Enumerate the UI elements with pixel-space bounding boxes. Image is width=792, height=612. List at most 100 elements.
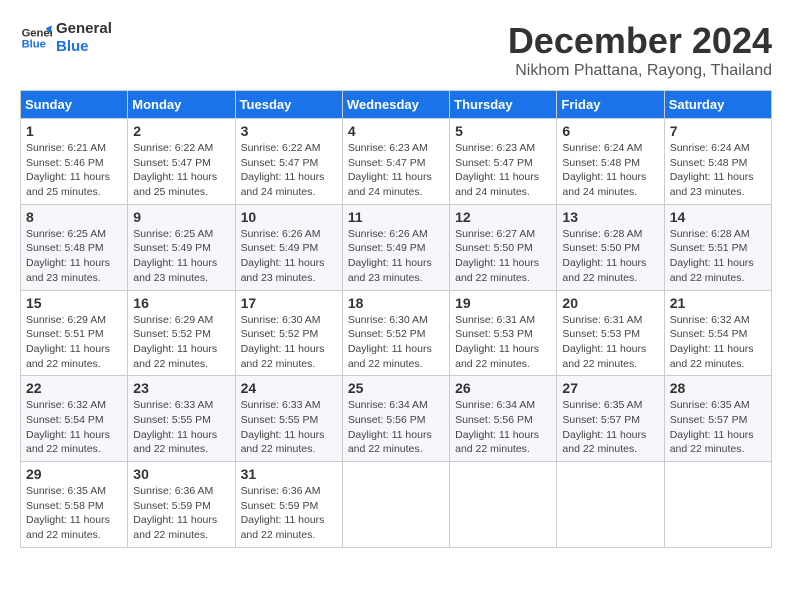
day-number-28: 28 <box>670 380 766 396</box>
day-number-12: 12 <box>455 209 551 225</box>
day-info-23: Sunrise: 6:33 AMSunset: 5:55 PMDaylight:… <box>133 398 229 457</box>
calendar-day-21: 21 Sunrise: 6:32 AMSunset: 5:54 PMDayligh… <box>664 290 771 376</box>
calendar-day-10: 10 Sunrise: 6:26 AMSunset: 5:49 PMDayligh… <box>235 204 342 290</box>
day-number-6: 6 <box>562 123 658 139</box>
calendar-day-27: 27 Sunrise: 6:35 AMSunset: 5:57 PMDayligh… <box>557 376 664 462</box>
day-number-31: 31 <box>241 466 337 482</box>
day-number-16: 16 <box>133 295 229 311</box>
day-info-14: Sunrise: 6:28 AMSunset: 5:51 PMDaylight:… <box>670 227 766 286</box>
day-info-29: Sunrise: 6:35 AMSunset: 5:58 PMDaylight:… <box>26 484 122 543</box>
calendar-empty-cell <box>450 462 557 548</box>
calendar-day-18: 18 Sunrise: 6:30 AMSunset: 5:52 PMDayligh… <box>342 290 449 376</box>
calendar-day-5: 5 Sunrise: 6:23 AMSunset: 5:47 PMDaylight… <box>450 119 557 205</box>
calendar-day-31: 31 Sunrise: 6:36 AMSunset: 5:59 PMDayligh… <box>235 462 342 548</box>
day-number-29: 29 <box>26 466 122 482</box>
day-info-25: Sunrise: 6:34 AMSunset: 5:56 PMDaylight:… <box>348 398 444 457</box>
calendar-day-19: 19 Sunrise: 6:31 AMSunset: 5:53 PMDayligh… <box>450 290 557 376</box>
calendar-day-13: 13 Sunrise: 6:28 AMSunset: 5:50 PMDayligh… <box>557 204 664 290</box>
day-info-1: Sunrise: 6:21 AMSunset: 5:46 PMDaylight:… <box>26 141 122 200</box>
day-number-14: 14 <box>670 209 766 225</box>
calendar-day-11: 11 Sunrise: 6:26 AMSunset: 5:49 PMDayligh… <box>342 204 449 290</box>
calendar-day-14: 14 Sunrise: 6:28 AMSunset: 5:51 PMDayligh… <box>664 204 771 290</box>
day-number-5: 5 <box>455 123 551 139</box>
day-number-10: 10 <box>241 209 337 225</box>
day-info-2: Sunrise: 6:22 AMSunset: 5:47 PMDaylight:… <box>133 141 229 200</box>
calendar-subtitle: Nikhom Phattana, Rayong, Thailand <box>508 62 772 80</box>
logo-icon: General Blue <box>20 22 52 54</box>
calendar-day-15: 15Sunrise: 6:29 AMSunset: 5:51 PMDayligh… <box>21 290 128 376</box>
calendar-empty-cell <box>664 462 771 548</box>
day-number-3: 3 <box>241 123 337 139</box>
day-number-11: 11 <box>348 209 444 225</box>
day-info-30: Sunrise: 6:36 AMSunset: 5:59 PMDaylight:… <box>133 484 229 543</box>
calendar-day-7: 7Sunrise: 6:24 AMSunset: 5:48 PMDaylight… <box>664 119 771 205</box>
weekday-header-tuesday: Tuesday <box>235 91 342 119</box>
day-info-4: Sunrise: 6:23 AMSunset: 5:47 PMDaylight:… <box>348 141 444 200</box>
calendar-table: SundayMondayTuesdayWednesdayThursdayFrid… <box>20 90 772 548</box>
day-number-15: 15 <box>26 295 122 311</box>
day-info-22: Sunrise: 6:32 AMSunset: 5:54 PMDaylight:… <box>26 398 122 457</box>
day-info-19: Sunrise: 6:31 AMSunset: 5:53 PMDaylight:… <box>455 313 551 372</box>
calendar-day-16: 16Sunrise: 6:29 AMSunset: 5:52 PMDayligh… <box>128 290 235 376</box>
weekday-header-friday: Friday <box>557 91 664 119</box>
weekday-header-sunday: Sunday <box>21 91 128 119</box>
calendar-day-20: 20Sunrise: 6:31 AMSunset: 5:53 PMDayligh… <box>557 290 664 376</box>
day-number-22: 22 <box>26 380 122 396</box>
day-info-6: Sunrise: 6:24 AMSunset: 5:48 PMDaylight:… <box>562 141 658 200</box>
day-info-13: Sunrise: 6:28 AMSunset: 5:50 PMDaylight:… <box>562 227 658 286</box>
day-info-18: Sunrise: 6:30 AMSunset: 5:52 PMDaylight:… <box>348 313 444 372</box>
calendar-week-5: 29 Sunrise: 6:35 AMSunset: 5:58 PMDayligh… <box>21 462 772 548</box>
day-number-8: 8 <box>26 209 122 225</box>
day-info-26: Sunrise: 6:34 AMSunset: 5:56 PMDaylight:… <box>455 398 551 457</box>
day-number-2: 2 <box>133 123 229 139</box>
day-info-21: Sunrise: 6:32 AMSunset: 5:54 PMDaylight:… <box>670 313 766 372</box>
calendar-day-12: 12 Sunrise: 6:27 AMSunset: 5:50 PMDayligh… <box>450 204 557 290</box>
weekday-header-thursday: Thursday <box>450 91 557 119</box>
day-number-27: 27 <box>562 380 658 396</box>
calendar-day-24: 24 Sunrise: 6:33 AMSunset: 5:55 PMDayligh… <box>235 376 342 462</box>
calendar-week-4: 22 Sunrise: 6:32 AMSunset: 5:54 PMDayligh… <box>21 376 772 462</box>
day-number-30: 30 <box>133 466 229 482</box>
calendar-day-8: 8Sunrise: 6:25 AMSunset: 5:48 PMDaylight… <box>21 204 128 290</box>
day-info-10: Sunrise: 6:26 AMSunset: 5:49 PMDaylight:… <box>241 227 337 286</box>
day-info-17: Sunrise: 6:30 AMSunset: 5:52 PMDaylight:… <box>241 313 337 372</box>
day-number-23: 23 <box>133 380 229 396</box>
day-info-31: Sunrise: 6:36 AMSunset: 5:59 PMDaylight:… <box>241 484 337 543</box>
calendar-day-9: 9Sunrise: 6:25 AMSunset: 5:49 PMDaylight… <box>128 204 235 290</box>
day-number-13: 13 <box>562 209 658 225</box>
day-number-24: 24 <box>241 380 337 396</box>
day-info-28: Sunrise: 6:35 AMSunset: 5:57 PMDaylight:… <box>670 398 766 457</box>
calendar-day-25: 25 Sunrise: 6:34 AMSunset: 5:56 PMDayligh… <box>342 376 449 462</box>
calendar-day-4: 4 Sunrise: 6:23 AMSunset: 5:47 PMDaylight… <box>342 119 449 205</box>
calendar-week-1: 1 Sunrise: 6:21 AMSunset: 5:46 PMDaylight… <box>21 119 772 205</box>
logo: General Blue General Blue <box>20 20 112 56</box>
day-info-12: Sunrise: 6:27 AMSunset: 5:50 PMDaylight:… <box>455 227 551 286</box>
day-info-9: Sunrise: 6:25 AMSunset: 5:49 PMDaylight:… <box>133 227 229 286</box>
day-number-21: 21 <box>670 295 766 311</box>
weekday-header-monday: Monday <box>128 91 235 119</box>
day-info-20: Sunrise: 6:31 AMSunset: 5:53 PMDaylight:… <box>562 313 658 372</box>
weekday-header-wednesday: Wednesday <box>342 91 449 119</box>
title-area: December 2024 Nikhom Phattana, Rayong, T… <box>508 20 772 80</box>
day-number-17: 17 <box>241 295 337 311</box>
calendar-day-17: 17 Sunrise: 6:30 AMSunset: 5:52 PMDayligh… <box>235 290 342 376</box>
calendar-week-3: 15Sunrise: 6:29 AMSunset: 5:51 PMDayligh… <box>21 290 772 376</box>
day-number-4: 4 <box>348 123 444 139</box>
svg-text:Blue: Blue <box>22 39 46 51</box>
day-number-25: 25 <box>348 380 444 396</box>
day-number-1: 1 <box>26 123 122 139</box>
day-info-24: Sunrise: 6:33 AMSunset: 5:55 PMDaylight:… <box>241 398 337 457</box>
calendar-title: December 2024 <box>508 20 772 62</box>
day-number-19: 19 <box>455 295 551 311</box>
calendar-day-29: 29 Sunrise: 6:35 AMSunset: 5:58 PMDayligh… <box>21 462 128 548</box>
day-number-18: 18 <box>348 295 444 311</box>
calendar-week-2: 8Sunrise: 6:25 AMSunset: 5:48 PMDaylight… <box>21 204 772 290</box>
day-info-3: Sunrise: 6:22 AMSunset: 5:47 PMDaylight:… <box>241 141 337 200</box>
calendar-day-1: 1 Sunrise: 6:21 AMSunset: 5:46 PMDaylight… <box>21 119 128 205</box>
calendar-day-2: 2 Sunrise: 6:22 AMSunset: 5:47 PMDaylight… <box>128 119 235 205</box>
calendar-day-22: 22 Sunrise: 6:32 AMSunset: 5:54 PMDayligh… <box>21 376 128 462</box>
day-info-27: Sunrise: 6:35 AMSunset: 5:57 PMDaylight:… <box>562 398 658 457</box>
calendar-empty-cell <box>342 462 449 548</box>
day-info-5: Sunrise: 6:23 AMSunset: 5:47 PMDaylight:… <box>455 141 551 200</box>
day-info-11: Sunrise: 6:26 AMSunset: 5:49 PMDaylight:… <box>348 227 444 286</box>
